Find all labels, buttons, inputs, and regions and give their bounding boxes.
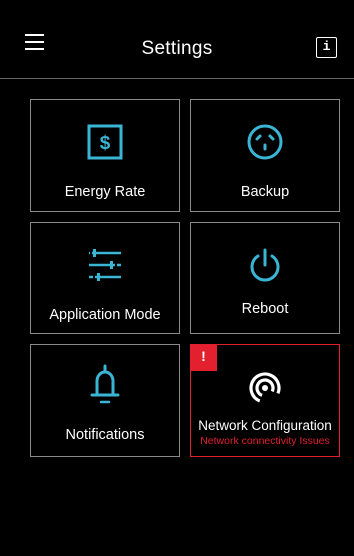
settings-screen: Settings i $ Energy Rate Backup Applicat…	[0, 0, 354, 556]
tile-energy-rate[interactable]: $ Energy Rate	[30, 99, 180, 212]
tile-notifications[interactable]: Notifications	[30, 344, 180, 457]
page-title: Settings	[141, 38, 213, 59]
dollar-sign-icon: $	[87, 124, 123, 160]
tile-label: Notifications	[65, 427, 145, 443]
bell-icon	[90, 364, 120, 404]
tile-backup[interactable]: Backup	[190, 99, 340, 212]
tile-label: Energy Rate	[64, 184, 146, 200]
alert-badge: !	[190, 344, 217, 371]
sliders-icon	[89, 249, 121, 281]
tile-label: Network Configuration	[198, 418, 332, 433]
app-header: Settings i	[0, 0, 354, 79]
tile-label: Backup	[240, 184, 290, 200]
wireless-signal-icon	[249, 372, 281, 404]
power-icon	[250, 248, 280, 282]
tile-application-mode[interactable]: Application Mode	[30, 222, 180, 334]
tile-reboot[interactable]: Reboot	[190, 222, 340, 334]
network-status-text: Network connectivity Issues	[200, 435, 330, 447]
info-button[interactable]: i	[316, 37, 337, 58]
tile-network-configuration[interactable]: ! Network Configuration Network connecti…	[190, 344, 340, 457]
tile-label: Application Mode	[49, 307, 161, 323]
outlet-icon	[247, 124, 283, 160]
tile-label: Reboot	[241, 301, 289, 317]
svg-text:$: $	[100, 133, 111, 154]
